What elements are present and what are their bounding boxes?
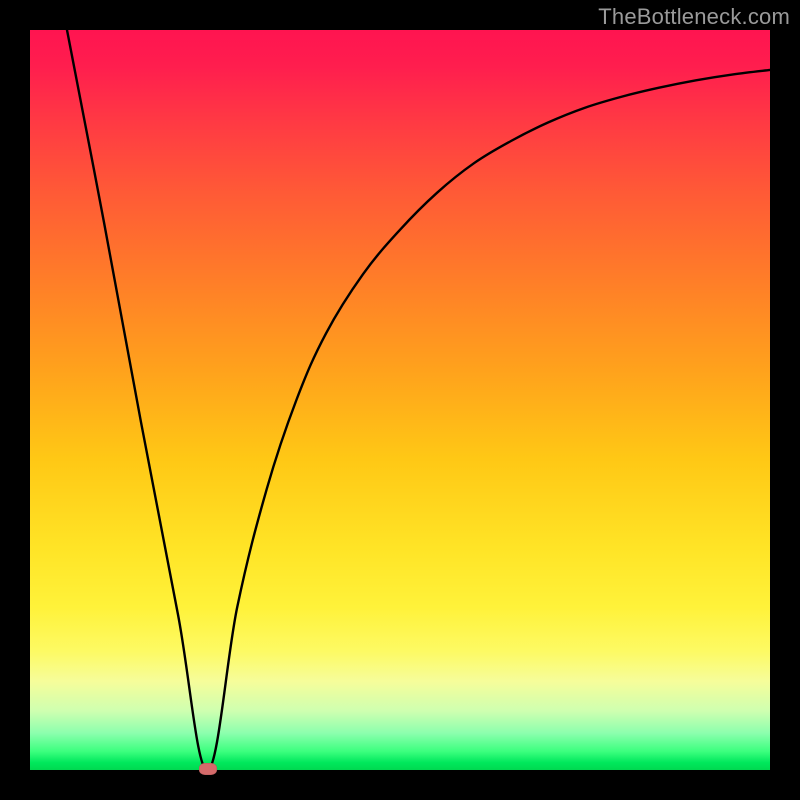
plot-area xyxy=(30,30,770,770)
optimal-point-marker xyxy=(199,763,217,775)
bottleneck-curve xyxy=(30,30,770,770)
chart-frame: TheBottleneck.com xyxy=(0,0,800,800)
attribution-text: TheBottleneck.com xyxy=(598,4,790,30)
